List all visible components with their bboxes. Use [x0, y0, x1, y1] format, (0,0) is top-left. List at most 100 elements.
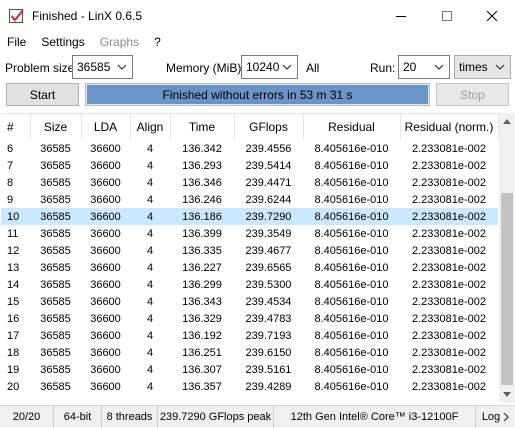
cell-align: 4 — [146, 227, 154, 240]
menu-settings[interactable]: Settings — [34, 35, 92, 49]
cell-size: 36585 — [40, 193, 71, 206]
chevron-down-icon — [495, 64, 505, 70]
cell-lda: 36600 — [90, 261, 121, 274]
memory-all-label[interactable]: All — [306, 61, 319, 75]
cell-time: 136.307 — [182, 363, 222, 376]
cell-align: 4 — [146, 329, 154, 342]
cell-residual-norm: 2.233081e-002 — [400, 208, 498, 225]
table-row[interactable]: 8 36585 36600 4 136.346 239.4471 8.405616e-010… — [1, 174, 498, 191]
column-header-size[interactable]: Size — [30, 114, 82, 140]
cell-gflops: 239.4289 — [245, 380, 292, 393]
cell-time: 136.342 — [182, 142, 222, 155]
start-button[interactable]: Start — [6, 83, 79, 106]
cell-size: 36585 — [40, 295, 71, 308]
cell-size: 36585 — [40, 176, 71, 189]
table-row[interactable]: 19 36585 36600 4 136.307 239.5161 8.405616e-01… — [1, 361, 498, 378]
cell-gflops: 239.4534 — [245, 295, 292, 308]
results-table-container[interactable]: # Size LDA Align Time GFlops Residual Re… — [1, 113, 515, 403]
table-row[interactable]: 20 36585 36600 4 136.357 239.4289 8.405616e-01… — [1, 378, 498, 395]
menu-graphs[interactable]: Graphs — [93, 35, 147, 49]
cell-time: 136.186 — [170, 208, 234, 225]
table-row[interactable]: 11 36585 36600 4 136.399 239.3549 8.405616e-01… — [1, 225, 498, 242]
cell-residual: 8.405616e-010 — [314, 193, 389, 206]
status-threads: 8 threads — [102, 406, 158, 428]
table-row[interactable]: 13 36585 36600 4 136.227 239.6565 8.405616e-01… — [1, 259, 498, 276]
chevron-right-icon — [503, 413, 510, 421]
cell-gflops: 239.7290 — [234, 208, 303, 225]
cell-lda: 36600 — [90, 159, 121, 172]
table-row[interactable]: 6 36585 36600 4 136.342 239.4556 8.405616e-010… — [1, 140, 498, 157]
problem-size-combo[interactable]: 36585 — [72, 55, 133, 79]
cell-gflops: 239.4556 — [245, 142, 292, 155]
cell-residual-norm: 2.233081e-002 — [411, 176, 486, 189]
cell-size: 36585 — [40, 227, 71, 240]
cell-index: 15 — [7, 295, 20, 308]
cell-time: 136.227 — [182, 261, 222, 274]
table-row[interactable]: 12 36585 36600 4 136.335 239.4677 8.405616e-01… — [1, 242, 498, 259]
cell-gflops: 239.7193 — [245, 329, 292, 342]
table-row[interactable]: 9 36585 36600 4 136.246 239.6244 8.405616e-010… — [1, 191, 498, 208]
progress-status-text: Finished without errors in 53 m 31 s — [162, 87, 353, 102]
menu-file[interactable]: File — [0, 35, 34, 49]
column-header-residual[interactable]: Residual — [303, 114, 401, 140]
column-header-align[interactable]: Align — [130, 114, 171, 140]
cell-time: 136.335 — [182, 244, 222, 257]
table-row[interactable]: 10 36585 36600 4 136.186 239.7290 8.405616e-01… — [1, 208, 498, 225]
scroll-thumb[interactable] — [501, 193, 513, 385]
column-header-index[interactable]: # — [1, 114, 31, 140]
cell-time: 136.192 — [182, 329, 222, 342]
cell-residual: 8.405616e-010 — [314, 244, 389, 257]
cell-align: 4 — [146, 346, 154, 359]
cell-index: 9 — [7, 193, 14, 206]
run-unit-combo[interactable]: times — [454, 55, 511, 79]
cell-lda: 36600 — [81, 208, 130, 225]
stop-button[interactable]: Stop — [436, 83, 509, 106]
cell-align: 4 — [146, 380, 154, 393]
cell-size: 36585 — [40, 159, 71, 172]
title-bar[interactable]: Finished - LinX 0.6.5 — [0, 0, 515, 32]
column-header-residual-norm[interactable]: Residual (norm.) — [400, 114, 499, 140]
run-count-combo[interactable]: 20 — [398, 55, 450, 79]
vertical-scrollbar[interactable] — [499, 113, 515, 403]
cell-residual-norm: 2.233081e-002 — [411, 329, 486, 342]
cell-index: 10 — [1, 208, 30, 225]
table-row[interactable]: 17 36585 36600 4 136.192 239.7193 8.405616e-01… — [1, 327, 498, 344]
column-header-lda[interactable]: LDA — [81, 114, 131, 140]
chevron-down-icon — [282, 64, 292, 70]
scroll-up-button[interactable] — [499, 113, 515, 130]
maximize-button[interactable] — [424, 0, 470, 32]
cell-index: 8 — [7, 176, 14, 189]
cell-time: 136.246 — [182, 193, 222, 206]
cell-index: 12 — [7, 244, 20, 257]
cell-gflops: 239.4471 — [245, 176, 292, 189]
cell-align: 4 — [146, 278, 154, 291]
cell-residual: 8.405616e-010 — [314, 346, 389, 359]
cell-lda: 36600 — [90, 193, 121, 206]
column-header-gflops[interactable]: GFlops — [234, 114, 304, 140]
column-header-time[interactable]: Time — [170, 114, 235, 140]
status-bar: 20/20 64-bit 8 threads 239.7290 GFlops p… — [0, 405, 515, 428]
table-row[interactable]: 18 36585 36600 4 136.251 239.6150 8.405616e-01… — [1, 344, 498, 361]
cell-index: 11 — [7, 227, 19, 240]
cell-gflops: 239.6244 — [245, 193, 292, 206]
log-button[interactable]: Log — [476, 406, 515, 428]
cell-residual: 8.405616e-010 — [314, 312, 389, 325]
cell-gflops: 239.3549 — [245, 227, 292, 240]
memory-combo[interactable]: 10240 — [241, 55, 298, 79]
cell-residual-norm: 2.233081e-002 — [411, 261, 486, 274]
cell-gflops: 239.5300 — [245, 278, 292, 291]
menu-help[interactable]: ? — [147, 35, 169, 49]
table-row[interactable]: 14 36585 36600 4 136.299 239.5300 8.405616e-01… — [1, 276, 498, 293]
status-cpu: 12th Gen Intel® Core™ i3-12100F — [274, 406, 476, 428]
scroll-down-button[interactable] — [499, 386, 515, 403]
table-row[interactable]: 15 36585 36600 4 136.343 239.4534 8.405616e-01… — [1, 293, 498, 310]
table-row[interactable]: 16 36585 36600 4 136.329 239.4783 8.405616e-01… — [1, 310, 498, 327]
table-row[interactable]: 7 36585 36600 4 136.293 239.5414 8.405616e-010… — [1, 157, 498, 174]
cell-align: 4 — [130, 208, 170, 225]
cell-index: 17 — [7, 329, 20, 342]
minimize-button[interactable] — [378, 0, 424, 32]
cell-residual: 8.405616e-010 — [314, 142, 389, 155]
close-button[interactable] — [469, 0, 515, 32]
cell-lda: 36600 — [90, 380, 121, 393]
status-arch: 64-bit — [54, 406, 102, 428]
